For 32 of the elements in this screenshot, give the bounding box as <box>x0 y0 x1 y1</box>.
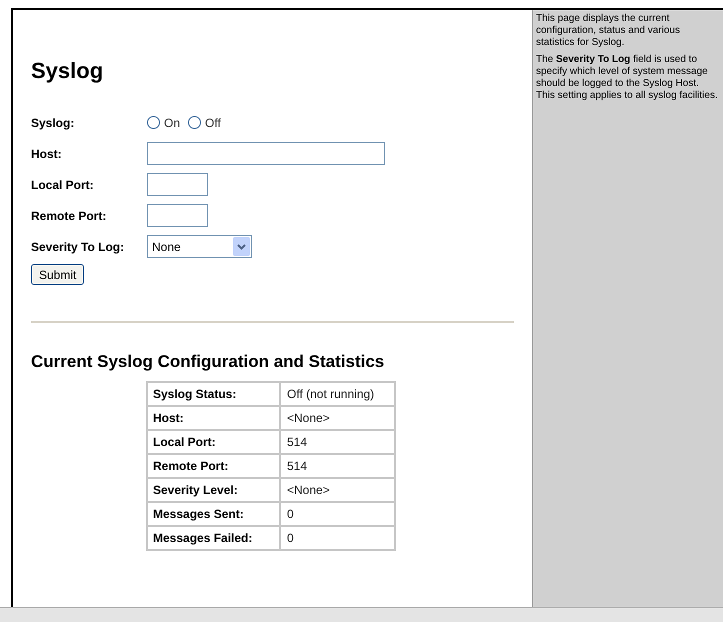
radio-button[interactable] <box>147 116 160 129</box>
field-label: Local Port: <box>31 176 95 194</box>
radio-label[interactable]: On <box>164 114 180 132</box>
stat-label: Messages Sent: <box>147 502 280 526</box>
stat-value: 514 <box>280 430 395 454</box>
submit-button[interactable]: Submit <box>31 264 84 285</box>
severity-dropdown[interactable]: None <box>147 235 252 258</box>
stat-value: 0 <box>280 526 395 550</box>
stat-value: <None> <box>280 478 395 502</box>
stat-label: Local Port: <box>147 430 280 454</box>
stat-value: <None> <box>280 406 395 430</box>
stat-label: Syslog Status: <box>147 382 280 406</box>
field-label: Remote Port: <box>31 208 108 224</box>
stat-label: Messages Failed: <box>147 526 280 550</box>
field-label: Severity To Log: <box>31 238 126 256</box>
radio-label[interactable]: Off <box>205 114 221 132</box>
local-port-field[interactable] <box>147 173 208 196</box>
help-paragraph: This page displays the current configuration, status and various statistics for Syslog. <box>536 13 681 49</box>
help-paragraph: The Severity To Log field is used to specify which level of system message should be logged to the Syslog Host. This setting applies to all syslog facilities. <box>536 54 719 102</box>
field-label: Host: <box>31 146 63 162</box>
stat-label: Remote Port: <box>147 454 280 478</box>
section-title: Current Syslog Configuration and Statistics <box>31 351 386 373</box>
host-field[interactable] <box>147 142 385 165</box>
field-label: Syslog: <box>31 114 76 132</box>
stat-value: Off (not running) <box>280 382 395 406</box>
stat-value: 0 <box>280 502 395 526</box>
radio-button[interactable] <box>188 116 202 129</box>
page-title: Syslog <box>31 57 104 85</box>
stat-label: Host: <box>147 406 280 430</box>
stat-value: 514 <box>280 454 395 478</box>
remote-port-field[interactable] <box>147 204 208 227</box>
stat-label: Severity Level: <box>147 478 280 502</box>
